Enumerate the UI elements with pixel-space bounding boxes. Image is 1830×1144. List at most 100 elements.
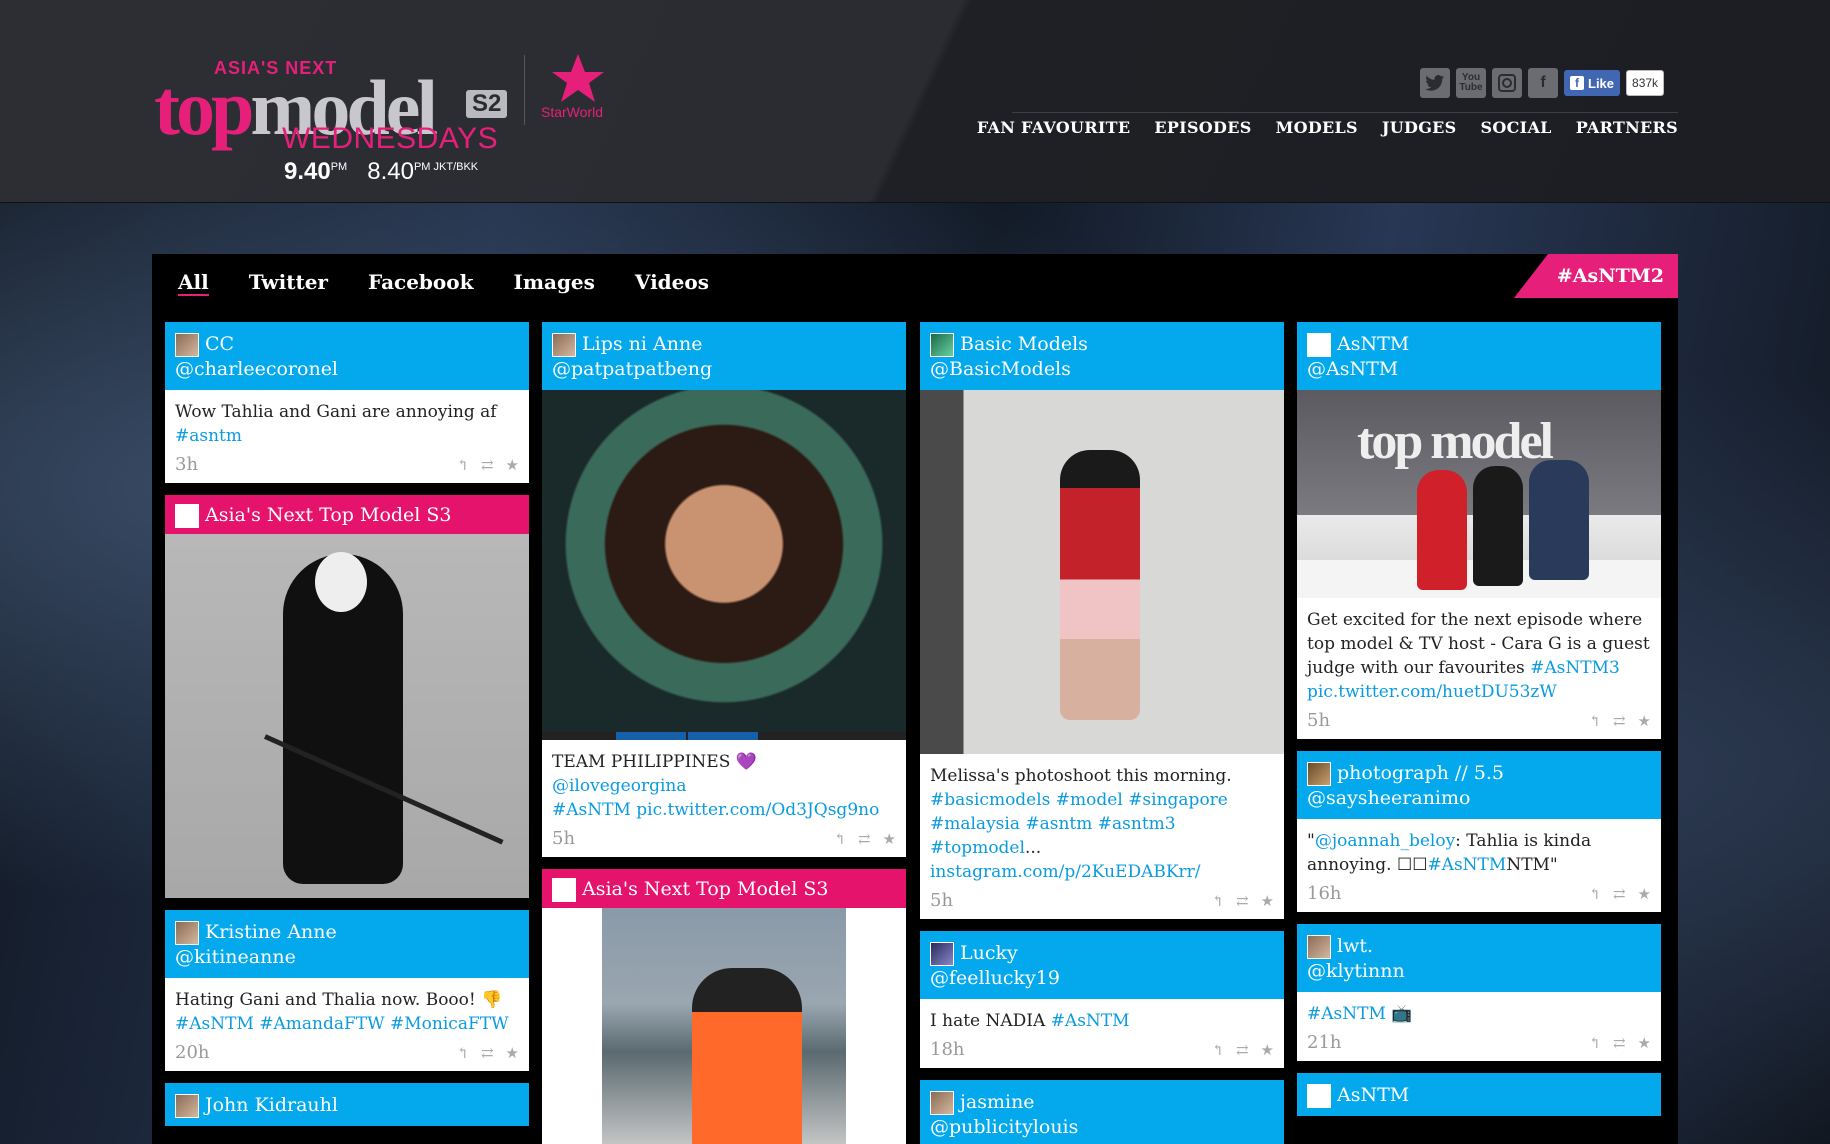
- author-handle[interactable]: @BasicModels: [930, 357, 1274, 382]
- filter-facebook[interactable]: Facebook: [368, 270, 474, 296]
- avatar[interactable]: [175, 1093, 199, 1118]
- author-name[interactable]: photograph // 5.5: [1337, 761, 1504, 786]
- hashtag-tab[interactable]: #AsNTM2: [1514, 254, 1678, 298]
- author-name[interactable]: CC: [205, 332, 234, 357]
- nav-judges[interactable]: JUDGES: [1382, 118, 1457, 137]
- tweet-card[interactable]: Basic Models @BasicModels Melissa's phot…: [920, 322, 1284, 919]
- reply-icon[interactable]: ↰: [456, 456, 469, 474]
- avatar[interactable]: [1307, 332, 1331, 357]
- author-handle[interactable]: @patpatpatbeng: [552, 357, 896, 382]
- reply-icon[interactable]: ↰: [1211, 892, 1224, 910]
- favorite-icon[interactable]: ★: [883, 830, 896, 848]
- avatar[interactable]: [930, 1090, 954, 1115]
- tweet-card[interactable]: Lips ni Anne @patpatpatbeng TEAM PHILIPP…: [542, 322, 906, 857]
- tweet-card[interactable]: jasmine @publicitylouis: [920, 1080, 1284, 1144]
- author-name[interactable]: AsNTM: [1337, 332, 1409, 357]
- tweet-image[interactable]: [542, 390, 906, 732]
- author-handle[interactable]: @charleecoronel: [175, 357, 519, 382]
- instagram-link[interactable]: instagram.com/p/2KuEDABKrr/: [930, 862, 1201, 882]
- tweet-image[interactable]: top model: [1297, 390, 1661, 598]
- filter-twitter[interactable]: Twitter: [249, 270, 328, 296]
- retweet-icon[interactable]: ⇄: [1613, 712, 1626, 730]
- tweet-card[interactable]: CC @charleecoronel Wow Tahlia and Gani a…: [165, 322, 529, 483]
- mention-link[interactable]: @joannah_beloy: [1315, 831, 1455, 851]
- avatar[interactable]: [552, 332, 576, 357]
- hashtag-link[interactable]: #basicmodels #model #singapore #malaysia…: [930, 790, 1228, 858]
- retweet-icon[interactable]: ⇄: [1613, 885, 1626, 903]
- tweet-image[interactable]: [920, 390, 1284, 754]
- favorite-icon[interactable]: ★: [1261, 1041, 1274, 1059]
- retweet-icon[interactable]: ⇄: [481, 456, 494, 474]
- avatar[interactable]: [930, 332, 954, 357]
- page-name[interactable]: Asia's Next Top Model S3: [205, 503, 452, 528]
- author-name[interactable]: lwt.: [1337, 934, 1373, 959]
- author-name[interactable]: Basic Models: [960, 332, 1088, 357]
- nav-episodes[interactable]: EPISODES: [1154, 118, 1251, 137]
- retweet-icon[interactable]: ⇄: [858, 830, 871, 848]
- author-handle[interactable]: @publicitylouis: [930, 1115, 1274, 1140]
- author-handle[interactable]: @kitineanne: [175, 945, 519, 970]
- author-name[interactable]: jasmine: [960, 1090, 1035, 1115]
- reply-icon[interactable]: ↰: [833, 830, 846, 848]
- youtube-icon[interactable]: You Tube: [1456, 68, 1486, 98]
- hashtag-link[interactable]: #AsNTM #AmandaFTW #MonicaFTW: [175, 1014, 509, 1034]
- favorite-icon[interactable]: ★: [1638, 712, 1651, 730]
- filter-all[interactable]: All: [178, 270, 209, 296]
- reply-icon[interactable]: ↰: [456, 1044, 469, 1062]
- tweet-card[interactable]: AsNTM @AsNTM top model Get excited for t…: [1297, 322, 1661, 739]
- nav-social[interactable]: SOCIAL: [1481, 118, 1552, 137]
- favorite-icon[interactable]: ★: [506, 456, 519, 474]
- tweet-card[interactable]: photograph // 5.5 @saysheeranimo "@joann…: [1297, 751, 1661, 912]
- avatar[interactable]: [930, 941, 954, 966]
- tweet-card[interactable]: Lucky @feellucky19 I hate NADIA #AsNTM 1…: [920, 931, 1284, 1068]
- favorite-icon[interactable]: ★: [1261, 892, 1274, 910]
- tweet-card[interactable]: John Kidrauhl: [165, 1083, 529, 1126]
- author-name[interactable]: AsNTM: [1337, 1083, 1409, 1108]
- mention-link[interactable]: @ilovegeorgina: [552, 776, 686, 796]
- author-handle[interactable]: @feellucky19: [930, 966, 1274, 991]
- hashtag-link[interactable]: #AsNTM: [1307, 1004, 1386, 1024]
- post-image[interactable]: [542, 908, 906, 1144]
- post-image[interactable]: [165, 534, 529, 898]
- hashtag-link[interactable]: #AsNTM: [1427, 855, 1506, 875]
- author-name[interactable]: Kristine Anne: [205, 920, 337, 945]
- author-handle[interactable]: @AsNTM: [1307, 357, 1651, 382]
- avatar[interactable]: [1307, 761, 1331, 786]
- page-name[interactable]: Asia's Next Top Model S3: [582, 877, 829, 902]
- instagram-icon[interactable]: [1492, 68, 1522, 98]
- favorite-icon[interactable]: ★: [1638, 1034, 1651, 1052]
- retweet-icon[interactable]: ⇄: [1236, 892, 1249, 910]
- avatar[interactable]: [1307, 934, 1331, 959]
- favorite-icon[interactable]: ★: [506, 1044, 519, 1062]
- retweet-icon[interactable]: ⇄: [1236, 1041, 1249, 1059]
- retweet-icon[interactable]: ⇄: [1613, 1034, 1626, 1052]
- author-name[interactable]: Lucky: [960, 941, 1018, 966]
- show-logo[interactable]: ASIA'S NEXT topmodel S2 WEDNESDAYS 9.40P…: [154, 50, 514, 190]
- author-name[interactable]: John Kidrauhl: [205, 1093, 338, 1118]
- favorite-icon[interactable]: ★: [1638, 885, 1651, 903]
- reply-icon[interactable]: ↰: [1211, 1041, 1224, 1059]
- tweet-card[interactable]: lwt. @klytinnn #AsNTM 📺 21h ↰ ⇄ ★: [1297, 924, 1661, 1061]
- hashtag-link[interactable]: #AsNTM3: [1530, 658, 1620, 678]
- author-name[interactable]: Lips ni Anne: [582, 332, 702, 357]
- hashtag-link[interactable]: #AsNTM pic.twitter.com/Od3JQsg9no: [552, 800, 879, 820]
- tweet-card[interactable]: Kristine Anne @kitineanne Hating Gani an…: [165, 910, 529, 1071]
- avatar[interactable]: [175, 920, 199, 945]
- nav-partners[interactable]: PARTNERS: [1576, 118, 1678, 137]
- pic-link[interactable]: pic.twitter.com/huetDU53zW: [1307, 682, 1557, 702]
- avatar[interactable]: [552, 877, 576, 902]
- reply-icon[interactable]: ↰: [1588, 712, 1601, 730]
- twitter-icon[interactable]: [1420, 68, 1450, 98]
- filter-images[interactable]: Images: [513, 270, 594, 296]
- filter-videos[interactable]: Videos: [635, 270, 709, 296]
- facebook-like-button[interactable]: f Like: [1564, 70, 1621, 96]
- facebook-icon[interactable]: f: [1528, 68, 1558, 98]
- author-handle[interactable]: @klytinnn: [1307, 959, 1651, 984]
- facebook-card[interactable]: Asia's Next Top Model S3: [542, 869, 906, 1144]
- starworld-logo[interactable]: StarWorld: [538, 52, 618, 124]
- avatar[interactable]: [175, 332, 199, 357]
- avatar[interactable]: [175, 503, 199, 528]
- author-handle[interactable]: @saysheeranimo: [1307, 786, 1651, 811]
- reply-icon[interactable]: ↰: [1588, 1034, 1601, 1052]
- facebook-card[interactable]: Asia's Next Top Model S3: [165, 495, 529, 898]
